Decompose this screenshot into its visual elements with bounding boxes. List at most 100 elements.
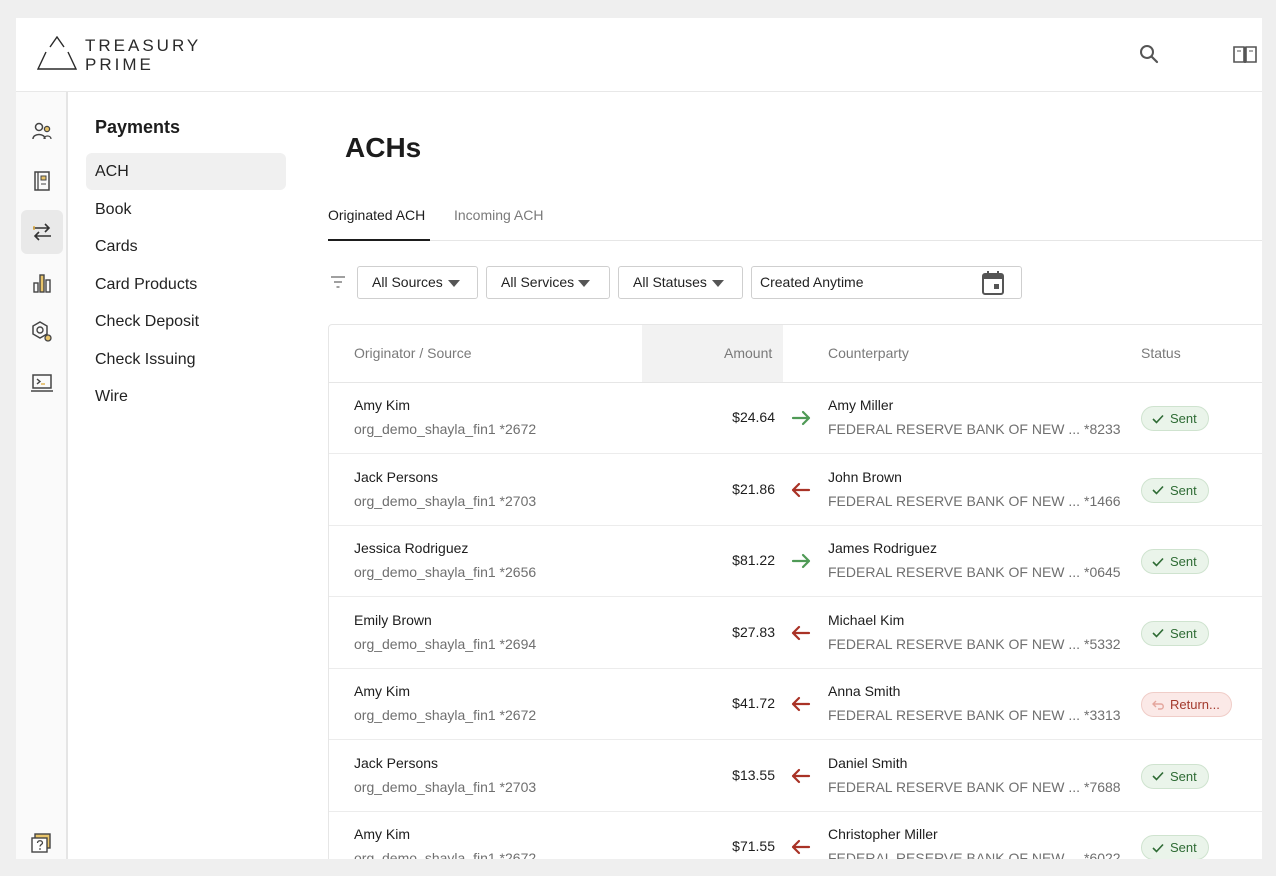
counterparty-account: *0645 [1084,564,1121,580]
status-badge: Sent [1141,549,1209,574]
tab-bar: Originated ACH Incoming ACH [328,200,1262,241]
statuses-dropdown-value: All Statuses [633,274,707,290]
column-header-status[interactable]: Status [1141,325,1181,382]
check-icon [1152,485,1164,495]
counterparty-bank: FEDERAL RESERVE BANK OF NEW ... [828,850,1081,859]
sources-dropdown-value: All Sources [372,274,443,290]
tab-incoming-ach[interactable]: Incoming ACH [454,200,543,241]
status-badge: Return... [1141,692,1232,717]
arrow-left-icon [790,693,812,720]
status-label: Sent [1170,625,1197,641]
main-content: ACHs Originated ACH Incoming ACH All Sou… [328,92,1262,859]
chevron-down-icon [578,280,590,287]
table-row[interactable]: Jessica Rodriguez org_demo_shayla_fin1 *… [329,526,1262,597]
counterparty-bank: FEDERAL RESERVE BANK OF NEW ... [828,492,1081,509]
subnav-item-check-issuing[interactable]: Check Issuing [86,341,286,378]
logo[interactable]: TREASURY PRIME [37,36,201,74]
settings-icon [32,321,52,342]
table-row[interactable]: Amy Kim org_demo_shayla_fin1 *2672 $41.7… [329,669,1262,740]
table-row[interactable]: Jack Persons org_demo_shayla_fin1 *2703 … [329,741,1262,812]
counterparty-bank: FEDERAL RESERVE BANK OF NEW ... [828,778,1081,795]
table-row[interactable]: Emily Brown org_demo_shayla_fin1 *2694 $… [329,598,1262,669]
check-icon [1152,771,1164,781]
services-dropdown[interactable]: All Services [486,266,610,299]
arrow-left-icon [790,836,812,859]
terminal-icon [31,374,53,392]
filter-bar: All Sources All Services All Statuses Cr… [328,266,1262,300]
amount-value: $27.83 [732,623,775,640]
chevron-down-icon [712,280,724,287]
tab-originated-ach[interactable]: Originated ACH [328,200,430,241]
counterparty-name: Christopher Miller [828,826,938,842]
originator-source: org_demo_shayla_fin1 *2656 [354,564,537,580]
amount-value: $81.22 [732,552,775,568]
arrow-right-icon [790,550,812,577]
top-bar: TREASURY PRIME [16,18,1262,92]
originator-source: org_demo_shayla_fin1 *2672 [354,707,537,723]
check-icon [1152,843,1164,853]
column-header-amount[interactable]: Amount [724,325,772,382]
status-badge: Sent [1141,477,1209,503]
counterparty-bank: FEDERAL RESERVE BANK OF NEW ... [828,707,1081,723]
rail-reports-button[interactable] [21,261,63,305]
created-date-value: Created Anytime [760,274,864,290]
subnav-item-ach[interactable]: ACH [86,153,286,190]
subnav-item-cards[interactable]: Cards [86,228,286,265]
amount-value: $21.86 [732,480,775,497]
subnav-item-check-deposit[interactable]: Check Deposit [86,303,286,340]
status-badge: Sent [1141,835,1209,859]
rail-help-button[interactable] [21,822,63,859]
arrow-left-icon [790,765,812,792]
status-label: Sent [1170,482,1197,498]
counterparty-name: Amy Miller [828,397,894,413]
status-label: Sent [1170,554,1197,569]
counterparty-name: John Brown [828,468,902,485]
statuses-dropdown[interactable]: All Statuses [618,266,743,299]
column-header-originator[interactable]: Originator / Source [354,325,472,382]
rail-users-button[interactable] [21,109,63,153]
subnav-item-wire[interactable]: Wire [86,378,286,415]
originator-name: Amy Kim [354,826,410,842]
originator-name: Jack Persons [354,468,439,485]
created-date-filter[interactable]: Created Anytime [751,266,1022,299]
originator-name: Jessica Rodriguez [354,540,469,556]
column-header-counterparty[interactable]: Counterparty [828,325,909,382]
services-dropdown-value: All Services [501,274,575,290]
rail-settings-button[interactable] [21,310,63,354]
sources-dropdown[interactable]: All Sources [357,266,478,299]
arrow-right-icon [790,407,812,434]
search-icon[interactable] [1137,42,1161,66]
check-icon [1152,414,1164,424]
originator-name: Amy Kim [354,683,410,699]
subnav-item-book[interactable]: Book [86,191,286,228]
counterparty-account: *8233 [1084,421,1121,437]
table-row[interactable]: Jack Persons org_demo_shayla_fin1 *2703 … [329,455,1262,526]
amount-value: $24.64 [732,409,775,425]
status-badge: Sent [1141,763,1209,789]
status-label: Sent [1170,768,1197,784]
status-label: Sent [1170,411,1197,426]
return-icon [1152,700,1164,710]
filter-icon[interactable] [330,275,346,289]
page-title: ACHs [345,132,422,163]
payments-subnav: Payments ACH Book Cards Card Products Ch… [86,92,288,859]
rail-developer-button[interactable] [21,361,63,405]
check-icon [1152,628,1164,638]
logo-line-1: TREASURY [85,36,202,55]
calendar-icon[interactable] [981,270,1005,296]
rail-payments-button[interactable] [21,210,63,254]
amount-value: $71.55 [732,838,775,854]
book-icon[interactable] [1231,42,1259,66]
logo-line-2: PRIME [85,55,154,74]
subnav-item-card-products[interactable]: Card Products [86,266,286,303]
table-row[interactable]: Amy Kim org_demo_shayla_fin1 *2672 $71.5… [329,812,1262,859]
originator-name: Amy Kim [354,397,410,413]
rail-ledger-button[interactable] [21,159,63,203]
status-badge: Sent [1141,620,1209,646]
app-window: TREASURY PRIME Payments ACH Book Cards C… [16,18,1262,859]
counterparty-bank: FEDERAL RESERVE BANK OF NEW ... [828,635,1081,652]
ledger-icon [34,171,50,191]
table-row[interactable]: Amy Kim org_demo_shayla_fin1 *2672 $24.6… [329,383,1262,454]
ach-table: Originator / Source Amount Counterparty … [328,324,1262,859]
icon-rail [16,92,68,859]
